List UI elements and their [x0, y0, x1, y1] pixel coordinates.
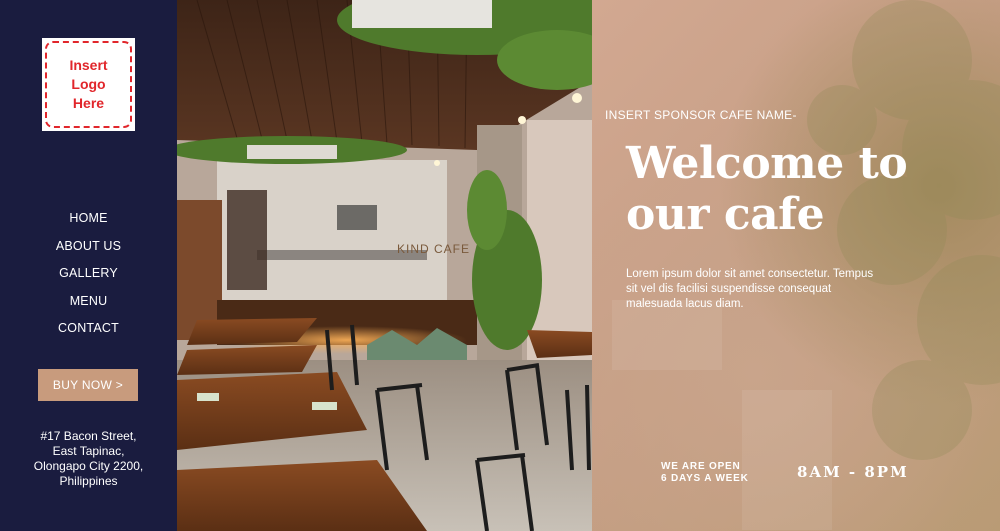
address-line: East Tapinac, — [52, 444, 125, 458]
logo-placeholder[interactable]: Insert Logo Here — [42, 38, 135, 131]
opening-hours: 8AM - 8PM — [797, 463, 909, 481]
panel-background-texture — [612, 0, 1000, 530]
intro-text: Lorem ipsum dolor sit amet consectetur. … — [626, 268, 874, 310]
nav-contact[interactable]: CONTACT — [0, 319, 177, 347]
address-line: #17 Bacon Street, — [40, 429, 137, 443]
page-title: Welcome to our cafe — [626, 138, 908, 240]
address-line: Philippines — [59, 474, 118, 488]
logo-text: Insert Logo Here — [69, 57, 108, 111]
address-line: Olongapo City 2200, — [33, 459, 144, 473]
nav-home[interactable]: HOME — [0, 209, 177, 237]
address-block: #17 Bacon Street, East Tapinac, Olongapo… — [0, 429, 177, 489]
nav-menu[interactable]: MENU — [0, 292, 177, 320]
sponsor-name: INSERT SPONSOR CAFE NAME- — [605, 108, 797, 122]
nav-about-us[interactable]: ABOUT US — [0, 237, 177, 265]
main-nav: HOME ABOUT US GALLERY MENU CONTACT — [0, 209, 177, 347]
photo-sign-text: KIND CAFE — [397, 242, 470, 256]
buy-now-button[interactable]: BUY NOW > — [38, 369, 138, 401]
sidebar: Insert Logo Here HOME ABOUT US GALLERY M… — [0, 0, 177, 531]
nav-gallery[interactable]: GALLERY — [0, 264, 177, 292]
open-days-label: WE ARE OPEN 6 DAYS A WEEK — [661, 461, 749, 484]
hero-panel: INSERT SPONSOR CAFE NAME- Welcome to our… — [592, 0, 1000, 531]
cafe-interior-photo: KIND CAFE — [177, 0, 592, 531]
logo-border: Insert Logo Here — [45, 41, 132, 128]
